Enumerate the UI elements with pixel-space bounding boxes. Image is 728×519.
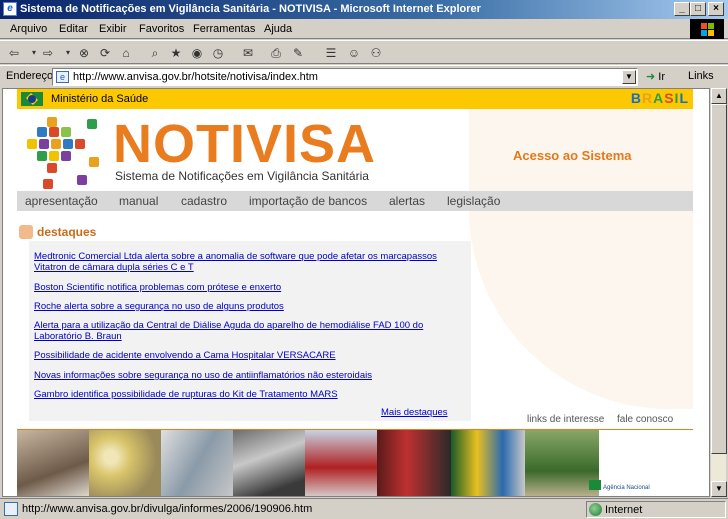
- news-item[interactable]: Gambro identifica possibilidade de ruptu…: [34, 389, 454, 400]
- history-icon[interactable]: ◷: [210, 45, 226, 61]
- menu-ajuda[interactable]: Ajuda: [264, 23, 292, 35]
- title-bar: e Sistema de Notificações em Vigilância …: [0, 0, 728, 19]
- ministerio-label: Ministério da Saúde: [51, 93, 149, 105]
- search-icon[interactable]: ⌕: [147, 45, 163, 61]
- status-text: http://www.anvisa.gov.br/divulga/informe…: [22, 503, 313, 515]
- browser-window: e Sistema de Notificações em Vigilância …: [0, 0, 728, 519]
- forward-dropdown-icon[interactable]: ▾: [60, 45, 76, 61]
- refresh-icon[interactable]: ⟳: [97, 45, 113, 61]
- nav-manual[interactable]: manual: [119, 194, 158, 208]
- minimize-button[interactable]: _: [674, 2, 690, 16]
- scroll-thumb[interactable]: [711, 104, 727, 454]
- menu-ferramentas[interactable]: Ferramentas: [193, 23, 255, 35]
- news-item[interactable]: Boston Scientific notifica problemas com…: [34, 282, 454, 293]
- site-subtitle: Sistema de Notificações em Vigilância Sa…: [115, 169, 369, 183]
- anvisa-icon: [589, 480, 601, 490]
- brasil-logo: BRASIL: [630, 90, 689, 106]
- scroll-up-icon[interactable]: ▲: [711, 88, 727, 104]
- mais-destaques-link[interactable]: Mais destaques: [381, 407, 448, 418]
- messenger-icon[interactable]: ☺: [346, 45, 362, 61]
- research-icon[interactable]: ⚇: [368, 45, 384, 61]
- photo-blood-bag: [305, 429, 377, 496]
- address-url: http://www.anvisa.gov.br/hotsite/notivis…: [73, 71, 318, 83]
- page-icon: e: [56, 71, 69, 83]
- menu-arquivo[interactable]: Arquivo: [10, 23, 47, 35]
- print-icon[interactable]: ⎙: [268, 45, 284, 61]
- photo-equipment: [161, 429, 233, 496]
- close-button[interactable]: ×: [708, 2, 724, 16]
- nav-importacao[interactable]: importação de bancos: [249, 194, 367, 208]
- mail-icon[interactable]: ✉: [240, 45, 256, 61]
- status-bar: http://www.anvisa.gov.br/divulga/informe…: [0, 498, 728, 519]
- forward-icon[interactable]: ⇨: [40, 45, 56, 61]
- news-item[interactable]: Possibilidade de acidente envolvendo a C…: [34, 350, 454, 361]
- news-item[interactable]: Roche alerta sobre a segurança no uso de…: [34, 301, 454, 312]
- news-item[interactable]: Medtronic Comercial Ltda alerta sobre a …: [34, 251, 454, 273]
- vertical-scrollbar[interactable]: ▲ ▼: [710, 88, 727, 497]
- nav-cadastro[interactable]: cadastro: [181, 194, 227, 208]
- security-zone: Internet: [586, 501, 726, 518]
- edit-icon[interactable]: ✎: [290, 45, 306, 61]
- discuss-icon[interactable]: ☰: [323, 45, 339, 61]
- address-label: Endereço: [6, 70, 54, 82]
- news-item[interactable]: Novas informações sobre segurança no uso…: [34, 370, 454, 381]
- acesso-sistema-link[interactable]: Acesso ao Sistema: [513, 148, 632, 163]
- menu-exibir[interactable]: Exibir: [99, 23, 127, 35]
- photo-products: [451, 429, 525, 496]
- puzzle-piece-icon: [19, 225, 33, 239]
- toolbar: ⇦ ▾ ⇨ ▾ ⊗ ⟳ ⌂ ⌕ ★ ◉ ◷ ✉ ⎙ ✎ ☰ ☺ ⚇: [0, 40, 728, 64]
- windows-logo-icon: [690, 19, 724, 39]
- destaques-title: destaques: [37, 225, 97, 239]
- scroll-down-icon[interactable]: ▼: [711, 481, 727, 497]
- zone-label: Internet: [605, 504, 643, 516]
- orange-divider: [17, 429, 693, 430]
- notivisa-logo: NOTIVISA: [113, 114, 377, 174]
- photo-syringe: [233, 429, 305, 496]
- photo-lipstick: [377, 429, 451, 496]
- menu-editar[interactable]: Editar: [59, 23, 88, 35]
- gov-strip: Ministério da Saúde BRASIL: [17, 89, 693, 109]
- photo-patient: [17, 429, 89, 496]
- address-input[interactable]: e http://www.anvisa.gov.br/hotsite/notiv…: [52, 68, 638, 86]
- photo-pills: [89, 429, 161, 496]
- internet-globe-icon: [589, 503, 602, 516]
- page-viewport: Ministério da Saúde BRASIL NOTIVISA Sist…: [2, 88, 710, 497]
- go-label: Ir: [658, 71, 666, 83]
- maximize-button[interactable]: □: [690, 2, 706, 16]
- home-icon[interactable]: ⌂: [118, 45, 134, 61]
- go-button[interactable]: ➜ Ir: [646, 70, 665, 83]
- media-icon[interactable]: ◉: [189, 45, 205, 61]
- fale-conosco-link[interactable]: fale conosco: [617, 414, 673, 425]
- photo-strip: [17, 429, 599, 496]
- address-dropdown-icon[interactable]: ▼: [622, 70, 636, 84]
- address-bar: Endereço e http://www.anvisa.gov.br/hots…: [0, 65, 728, 87]
- news-item[interactable]: Alerta para a utilização da Central de D…: [34, 320, 454, 342]
- window-title: Sistema de Notificações em Vigilância Sa…: [20, 3, 481, 15]
- stop-icon[interactable]: ⊗: [76, 45, 92, 61]
- links-interesse-link[interactable]: links de interesse: [527, 414, 604, 425]
- menu-favoritos[interactable]: Favoritos: [139, 23, 184, 35]
- nav-alertas[interactable]: alertas: [389, 194, 425, 208]
- main-nav: apresentação manual cadastro importação …: [17, 191, 693, 211]
- brazil-flag-icon: [21, 92, 43, 106]
- puzzle-logo-icon: [17, 113, 101, 191]
- go-arrow-icon: ➜: [646, 71, 656, 83]
- nav-apresentacao[interactable]: apresentação: [25, 194, 98, 208]
- links-button[interactable]: Links: [688, 70, 714, 82]
- favorites-icon[interactable]: ★: [168, 45, 184, 61]
- anvisa-logo: Agência Nacional: [589, 480, 650, 491]
- anvisa-label: Agência Nacional: [603, 485, 650, 491]
- nav-legislacao[interactable]: legislação: [447, 194, 500, 208]
- photo-field: [525, 429, 599, 496]
- ie-app-icon: e: [3, 2, 17, 16]
- menu-bar: Arquivo Editar Exibir Favoritos Ferramen…: [0, 19, 728, 39]
- status-page-icon: [4, 502, 18, 516]
- back-icon[interactable]: ⇦: [6, 45, 22, 61]
